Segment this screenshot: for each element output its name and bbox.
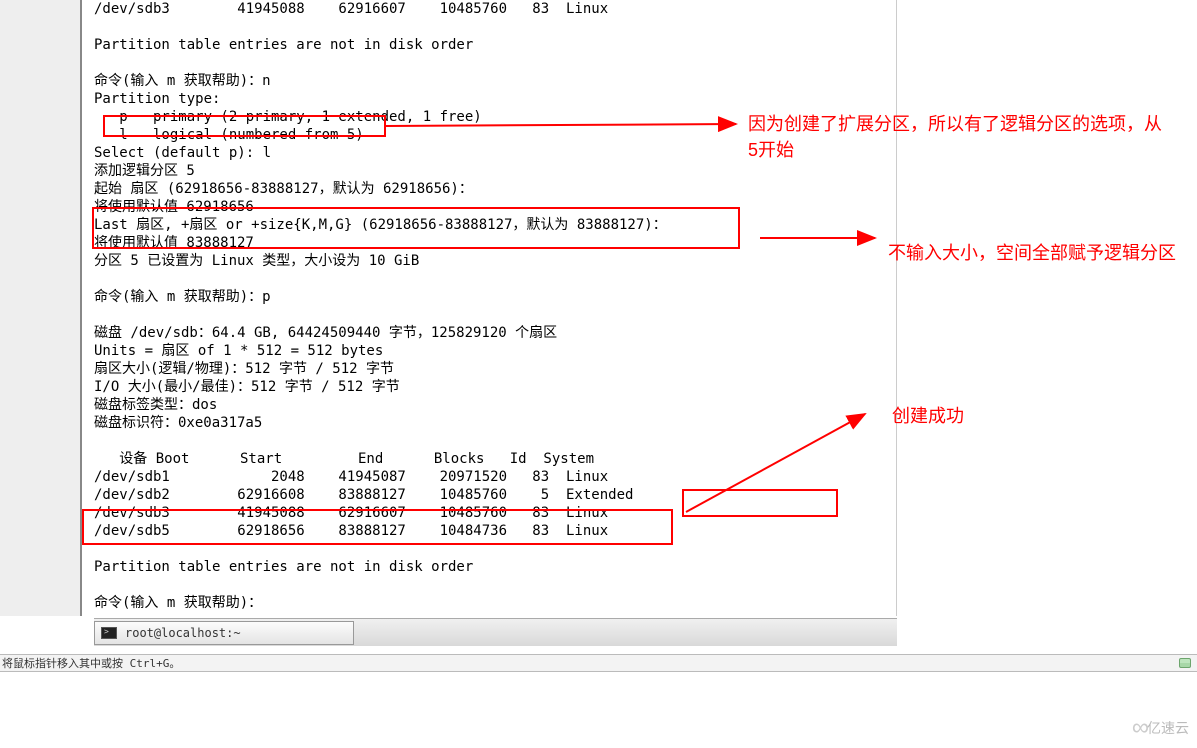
disk-icon[interactable]	[1179, 658, 1191, 668]
left-gutter	[0, 0, 82, 616]
taskbar-item-label: root@localhost:~	[125, 626, 241, 640]
terminal-window[interactable]: /dev/sdb3 41945088 62916607 10485760 83 …	[82, 0, 897, 616]
taskbar-item-terminal[interactable]: root@localhost:~	[94, 621, 354, 645]
watermark-text: 亿速云	[1147, 718, 1189, 738]
watermark-logo-icon: ∞	[1132, 714, 1143, 742]
status-bar: 将鼠标指针移入其中或按 Ctrl+G。	[0, 654, 1197, 672]
taskbar: root@localhost:~	[94, 618, 897, 646]
annotation-2: 不输入大小，空间全部赋予逻辑分区	[888, 240, 1188, 266]
terminal-output: /dev/sdb3 41945088 62916607 10485760 83 …	[82, 0, 896, 612]
status-text: 将鼠标指针移入其中或按 Ctrl+G。	[2, 655, 180, 672]
annotation-1: 因为创建了扩展分区，所以有了逻辑分区的选项，从5开始	[748, 111, 1168, 163]
terminal-icon	[101, 627, 117, 639]
watermark: ∞ 亿速云	[1132, 714, 1189, 742]
annotation-3: 创建成功	[892, 403, 1092, 429]
